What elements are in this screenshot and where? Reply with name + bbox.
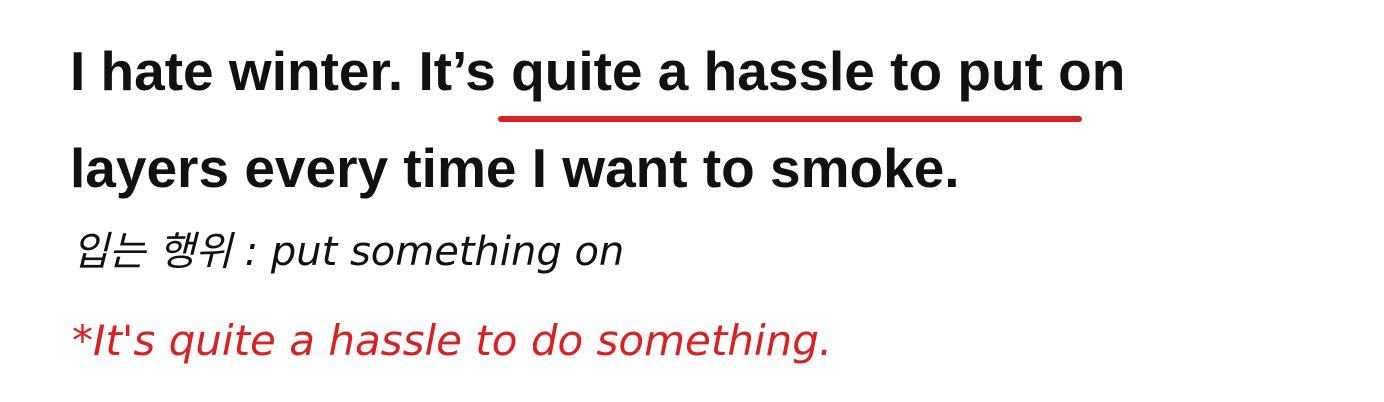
example-sentence-line-2: layers every time I want to smoke. bbox=[70, 137, 960, 199]
example-sentence-line-1: I hate winter. It’s quite a hassle to pu… bbox=[70, 44, 1125, 99]
red-underline bbox=[498, 116, 1082, 122]
sentence-intro-text: I hate winter. bbox=[70, 40, 419, 102]
handwritten-note-meaning: 입는 행위 : put something on bbox=[72, 229, 625, 275]
highlighted-expression: It’s quite a hassle bbox=[418, 40, 875, 102]
handwritten-note-pattern: *It's quite a hassle to do something. bbox=[72, 316, 833, 365]
sentence-continuation-text: to put on bbox=[874, 40, 1126, 102]
